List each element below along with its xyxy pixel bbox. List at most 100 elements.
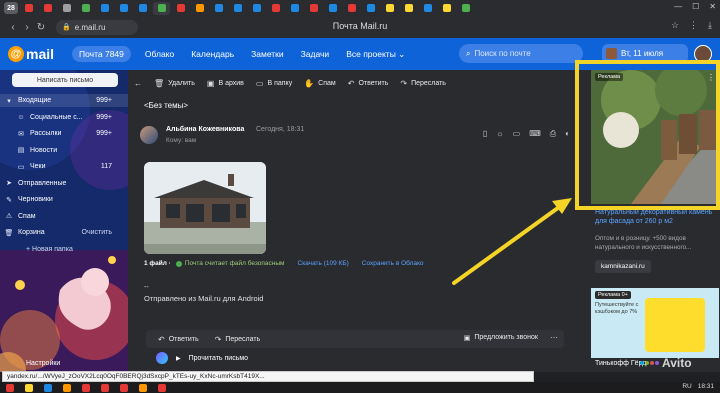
taskbar-app-icon[interactable] (6, 383, 14, 392)
video-icon[interactable]: ▭ (513, 129, 521, 139)
empty-trash-button[interactable]: Очистить (82, 229, 112, 236)
bookmark-icon[interactable]: ▯ (483, 129, 487, 139)
ad-site-button[interactable]: kamnikazani.ru (595, 260, 651, 273)
ad-banner-tinkoff[interactable]: Реклама 0+ Путешествуйте с кэшбэком до 7… (591, 288, 719, 358)
taskbar-app-icon[interactable] (82, 383, 90, 392)
folder-item[interactable]: 🗑 Корзина Очистить (0, 226, 128, 239)
close-icon[interactable]: ✕ (709, 2, 716, 11)
reload-icon[interactable]: ↻ (34, 22, 48, 33)
ad-title[interactable]: Натуральный декоративный камень для фаса… (595, 208, 720, 226)
folder-item[interactable]: ✉ Рассылки 999+ (0, 127, 128, 140)
browser-tab[interactable] (267, 2, 284, 15)
extensions-icon[interactable]: ⋮ (689, 20, 698, 31)
favicon-icon (366, 4, 375, 12)
new-folder-button[interactable]: + Новая папка (0, 243, 128, 256)
browser-tab[interactable] (115, 2, 132, 15)
back-icon[interactable]: ‹ (6, 22, 20, 33)
toolbar-button[interactable]: ✋ Спам (304, 79, 336, 88)
browser-tab[interactable] (381, 2, 398, 15)
nav-link[interactable]: Все проекты ⌄ (346, 49, 405, 60)
ad2-title[interactable]: Тинькофф Гёрд (595, 360, 646, 367)
reply-button[interactable]: ↶ Ответить (158, 335, 199, 344)
idea-icon[interactable]: ☼ (496, 129, 503, 139)
toolbar-button[interactable]: ▣ В архив (207, 79, 244, 88)
taskbar-app-icon[interactable] (44, 383, 52, 392)
sender-avatar[interactable] (140, 126, 158, 144)
browser-tab[interactable] (153, 1, 170, 15)
nav-link[interactable]: Задачи (301, 49, 330, 60)
download-icon[interactable]: ⤓ (708, 20, 712, 31)
favicon-icon (119, 4, 128, 12)
browser-tab[interactable] (58, 2, 75, 15)
folder-item[interactable]: ▭ Чеки 117 (0, 160, 128, 173)
folder-item[interactable]: ▾ Входящие 999+ (0, 94, 128, 107)
browser-tab[interactable] (324, 2, 341, 15)
browser-tab[interactable] (172, 2, 189, 15)
more-icon[interactable]: ⋯ (550, 333, 558, 342)
nav-link[interactable]: Облако (145, 49, 174, 60)
voice-assistant[interactable]: ▶ Прочитать письмо (156, 352, 248, 364)
taskbar-app-icon[interactable] (101, 383, 109, 392)
sender-name[interactable]: Альбина Кожевникова (166, 126, 244, 133)
browser-tab[interactable] (438, 2, 455, 15)
settings-link[interactable]: Настройки (26, 360, 60, 367)
toolbar-button[interactable]: ↶ Ответить (348, 79, 389, 88)
back-button[interactable]: ← (134, 79, 142, 88)
toolbar-button[interactable]: ↷ Переслать (400, 79, 446, 88)
browser-tab[interactable] (400, 2, 417, 15)
nav-link[interactable]: Заметки (251, 49, 284, 60)
minimize-icon[interactable]: — (674, 2, 682, 11)
signature-separator: -- (144, 284, 149, 291)
suggest-call-button[interactable]: ▣ Предложить звонок (464, 334, 538, 342)
browser-tab[interactable] (248, 2, 265, 15)
avito-text: Avito (662, 356, 692, 370)
folder-item[interactable]: ✎ Черновики (0, 193, 128, 206)
browser-tab[interactable] (229, 2, 246, 15)
language-indicator[interactable]: RU (682, 383, 691, 390)
folder-item[interactable]: ➤ Отправленные (0, 177, 128, 190)
browser-tab[interactable] (305, 2, 322, 15)
tab-count-badge[interactable]: 28 (4, 2, 18, 14)
browser-tab[interactable] (343, 2, 360, 15)
download-link[interactable]: Скачать (109 КБ) (298, 260, 349, 267)
mail-inbox-tab[interactable]: Почта 7849 (72, 46, 131, 62)
save-to-cloud-link[interactable]: Сохранить в Облако (362, 260, 424, 267)
compose-button[interactable]: Написать письмо (12, 73, 118, 87)
forward-button[interactable]: ↷ Переслать (215, 335, 261, 344)
attachment-thumbnail[interactable] (144, 162, 266, 254)
taskbar-app-icon[interactable] (158, 383, 166, 392)
taskbar-app-icon[interactable] (63, 383, 71, 392)
folder-item[interactable]: ▤ Новости (0, 144, 128, 157)
search-input[interactable]: ⌕ Поиск по почте (459, 44, 583, 63)
browser-tab[interactable] (20, 2, 37, 15)
translate-icon[interactable]: ⌨ (529, 129, 541, 139)
reply-label: Ответить (168, 335, 199, 343)
maximize-icon[interactable]: ☐ (692, 2, 699, 11)
bookmark-icon[interactable]: ☆ (671, 20, 679, 31)
print-icon[interactable]: ⎙ (550, 129, 556, 139)
browser-tab[interactable] (419, 2, 436, 15)
browser-tab[interactable] (39, 2, 56, 15)
folder-item[interactable]: ☺ Социальные с... 999+ (0, 111, 128, 124)
browser-tab[interactable] (191, 2, 208, 15)
url-field[interactable]: 🔒 e.mail.ru (56, 19, 138, 35)
theme-icon[interactable]: ◐ (565, 129, 570, 139)
folder-item[interactable]: ⚠ Спам (0, 210, 128, 223)
taskbar-app-icon[interactable] (120, 383, 128, 392)
forward-icon[interactable]: › (20, 22, 34, 33)
nav-link[interactable]: Календарь (191, 49, 234, 60)
browser-tab[interactable] (362, 2, 379, 15)
browser-tab[interactable] (210, 2, 227, 15)
browser-tab[interactable] (77, 2, 94, 15)
browser-tab[interactable] (286, 2, 303, 15)
mail-logo[interactable]: @ mail (8, 46, 54, 62)
read-letter-label: Прочитать письмо (188, 354, 249, 362)
taskbar-app-icon[interactable] (25, 383, 33, 392)
browser-tab[interactable] (134, 2, 151, 15)
date-text: Вт, 11 июля (621, 49, 664, 58)
browser-tab[interactable] (96, 2, 113, 15)
toolbar-button[interactable]: 🗑 Удалить (154, 79, 195, 88)
toolbar-button[interactable]: ▭ В папку (256, 79, 292, 88)
taskbar-app-icon[interactable] (139, 383, 147, 392)
browser-tab[interactable] (457, 2, 474, 15)
